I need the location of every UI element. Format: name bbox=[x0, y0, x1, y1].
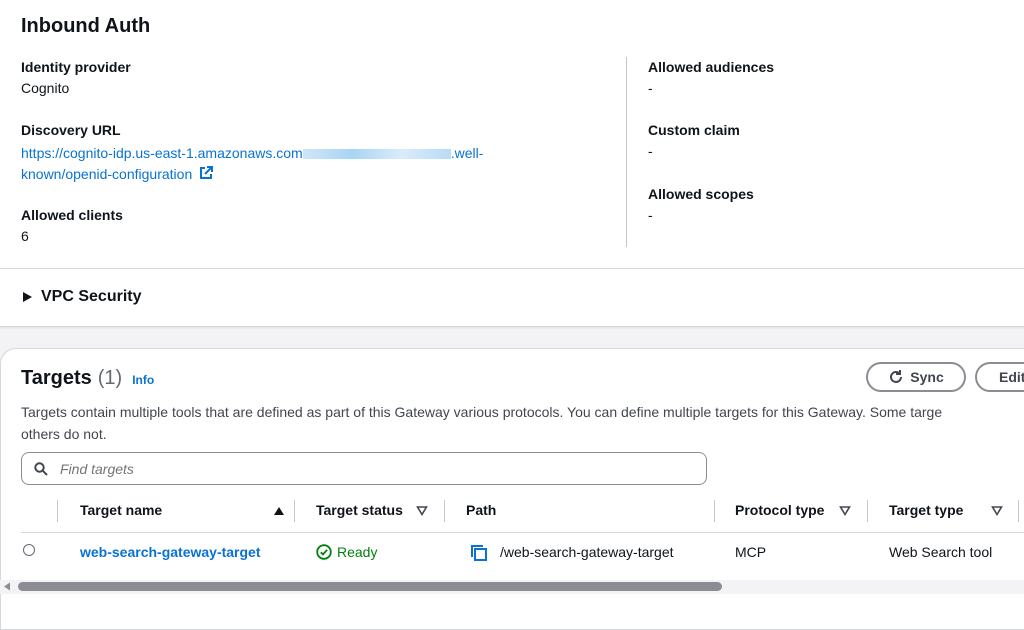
refresh-icon bbox=[890, 370, 903, 383]
vpc-security-toggle[interactable]: VPC Security bbox=[21, 288, 141, 306]
redacted-url-segment bbox=[302, 149, 451, 160]
edit-label: Edit bbox=[999, 369, 1024, 385]
status-text: Ready bbox=[337, 544, 378, 560]
custom-claim-value: - bbox=[648, 143, 653, 159]
scroll-left-icon[interactable] bbox=[3, 582, 11, 591]
custom-claim-label: Custom claim bbox=[648, 122, 740, 138]
column-separator bbox=[867, 500, 868, 522]
identity-provider-label: Identity provider bbox=[21, 59, 131, 75]
column-target-type-label: Target type bbox=[889, 502, 964, 518]
search-icon bbox=[34, 461, 48, 476]
search-box[interactable] bbox=[21, 452, 707, 485]
column-divider bbox=[626, 57, 627, 247]
success-check-icon bbox=[316, 544, 332, 560]
column-separator bbox=[714, 500, 715, 522]
edit-button[interactable]: Edit bbox=[975, 362, 1024, 392]
allowed-audiences-label: Allowed audiences bbox=[648, 59, 775, 75]
description-line-2: others do not. bbox=[21, 426, 107, 442]
column-separator bbox=[57, 500, 58, 522]
column-path[interactable]: Path bbox=[466, 502, 496, 518]
allowed-clients-label: Allowed clients bbox=[21, 207, 123, 223]
sort-ascending-icon bbox=[274, 507, 284, 515]
sync-label: Sync bbox=[910, 369, 944, 385]
column-protocol-type[interactable]: Protocol type bbox=[735, 502, 851, 518]
targets-header: Targets (1) Info bbox=[21, 367, 154, 390]
discovery-url-part2[interactable]: .well- bbox=[451, 145, 484, 161]
allowed-audiences-value: - bbox=[648, 80, 653, 96]
vpc-security-label: VPC Security bbox=[41, 288, 142, 305]
discovery-url-part3[interactable]: known/openid-configuration bbox=[21, 166, 192, 182]
search-input[interactable] bbox=[58, 459, 706, 478]
column-target-name[interactable]: Target name bbox=[80, 502, 285, 518]
sort-icon bbox=[416, 506, 428, 517]
column-separator bbox=[294, 500, 295, 522]
targets-title: Targets bbox=[21, 367, 92, 389]
identity-provider-value: Cognito bbox=[21, 80, 70, 96]
external-link-icon bbox=[200, 166, 214, 179]
column-separator bbox=[444, 500, 445, 522]
allowed-scopes-label: Allowed scopes bbox=[648, 186, 754, 202]
column-protocol-type-label: Protocol type bbox=[735, 502, 825, 518]
header-divider bbox=[21, 532, 1024, 533]
sort-icon bbox=[839, 506, 851, 517]
target-status: Ready bbox=[316, 544, 377, 560]
sync-button[interactable]: Sync bbox=[866, 362, 966, 392]
info-link[interactable]: Info bbox=[132, 373, 154, 387]
discovery-url-label: Discovery URL bbox=[21, 122, 121, 138]
caret-right-icon bbox=[23, 292, 32, 302]
row-select-radio[interactable] bbox=[23, 544, 35, 556]
column-target-type[interactable]: Target type bbox=[889, 502, 1003, 518]
target-name-link[interactable]: web-search-gateway-target bbox=[80, 544, 261, 560]
target-type: Web Search tool bbox=[889, 544, 993, 560]
column-target-name-label: Target name bbox=[80, 502, 163, 518]
allowed-clients-value: 6 bbox=[21, 228, 29, 244]
copy-icon[interactable] bbox=[470, 544, 488, 562]
scrollbar-thumb[interactable] bbox=[18, 582, 722, 591]
target-protocol: MCP bbox=[735, 544, 767, 560]
sort-icon bbox=[991, 506, 1003, 517]
targets-count: (1) bbox=[97, 367, 123, 389]
column-target-status[interactable]: Target status bbox=[316, 502, 428, 518]
column-target-status-label: Target status bbox=[316, 502, 403, 518]
column-separator bbox=[1018, 500, 1019, 522]
targets-description: Targets contain multiple tools that are … bbox=[21, 401, 1024, 445]
target-path: /web-search-gateway-target bbox=[500, 544, 674, 560]
discovery-url-link[interactable]: https://cognito-idp.us-east-1.amazonaws.… bbox=[21, 143, 621, 185]
section-divider bbox=[0, 268, 1024, 269]
redacted-clients bbox=[30, 226, 230, 248]
inbound-auth-title: Inbound Auth bbox=[21, 15, 151, 37]
allowed-scopes-value: - bbox=[648, 207, 653, 223]
discovery-url-part1[interactable]: https://cognito-idp.us-east-1.amazonaws.… bbox=[21, 145, 303, 161]
description-line-1: Targets contain multiple tools that are … bbox=[21, 404, 943, 420]
